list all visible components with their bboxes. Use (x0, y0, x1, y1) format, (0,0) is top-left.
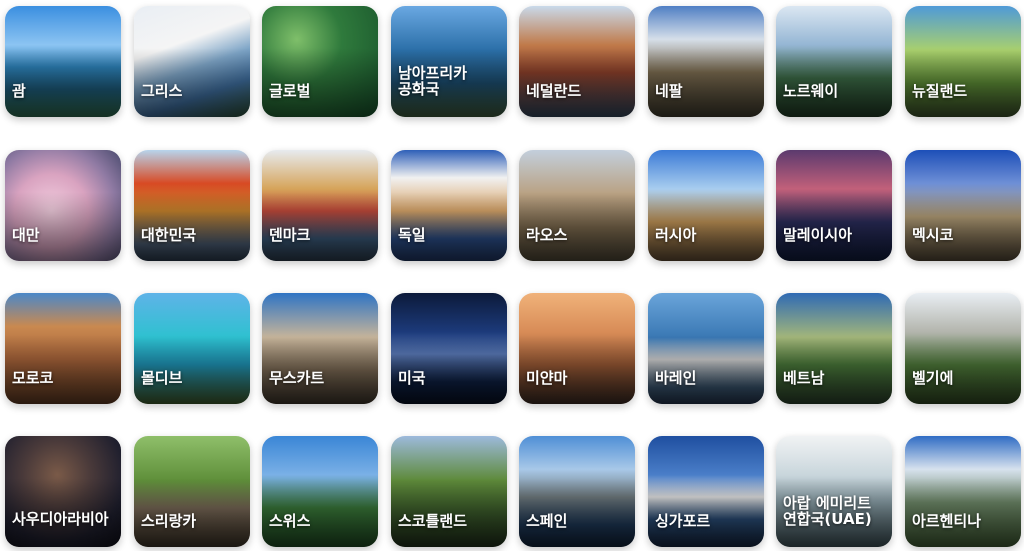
country-card-russia[interactable]: 러시아 (648, 150, 764, 261)
country-label: 싱가포르 (655, 512, 711, 530)
country-card-usa[interactable]: 미국 (391, 293, 507, 404)
country-card-singapore[interactable]: 싱가포르 (648, 436, 764, 547)
country-card-nepal[interactable]: 네팔 (648, 6, 764, 117)
country-card-malaysia[interactable]: 말레이시아 (776, 150, 892, 261)
country-label: 노르웨이 (783, 82, 839, 100)
country-card-norway[interactable]: 노르웨이 (776, 6, 892, 117)
country-card-netherlands[interactable]: 네덜란드 (519, 6, 635, 117)
country-card-sri-lanka[interactable]: 스리랑카 (134, 436, 250, 547)
country-card-new-zealand[interactable]: 뉴질랜드 (905, 6, 1021, 117)
country-label: 스리랑카 (141, 512, 197, 530)
country-label: 스위스 (269, 512, 311, 530)
country-card-taiwan[interactable]: 대만 (5, 150, 121, 261)
country-label: 사우디아라비아 (12, 510, 109, 528)
country-label: 아랍 에미리트 연합국(UAE) (783, 494, 872, 528)
country-card-uae[interactable]: 아랍 에미리트 연합국(UAE) (776, 436, 892, 547)
country-label: 글로벌 (269, 82, 311, 100)
country-card-maldives[interactable]: 몰디브 (134, 293, 250, 404)
country-label: 스코틀랜드 (398, 512, 468, 530)
country-label: 그리스 (141, 82, 183, 100)
country-card-south-africa[interactable]: 남아프리카 공화국 (391, 6, 507, 117)
country-label: 미얀마 (526, 369, 568, 387)
country-label: 러시아 (655, 226, 697, 244)
country-card-morocco[interactable]: 모로코 (5, 293, 121, 404)
country-label: 말레이시아 (783, 226, 853, 244)
country-label: 바레인 (655, 369, 697, 387)
country-label: 뉴질랜드 (912, 82, 968, 100)
country-label: 네덜란드 (526, 82, 582, 100)
country-card-laos[interactable]: 라오스 (519, 150, 635, 261)
country-label: 남아프리카 공화국 (398, 64, 468, 98)
country-card-spain[interactable]: 스페인 (519, 436, 635, 547)
country-label: 베트남 (783, 369, 825, 387)
country-label: 무스카트 (269, 369, 325, 387)
country-label: 몰디브 (141, 369, 183, 387)
country-label: 벨기에 (912, 369, 954, 387)
country-label: 미국 (398, 369, 426, 387)
country-label: 스페인 (526, 512, 568, 530)
country-label: 라오스 (526, 226, 568, 244)
country-card-guam[interactable]: 괌 (5, 6, 121, 117)
country-card-greece[interactable]: 그리스 (134, 6, 250, 117)
country-grid: 괌 그리스 글로벌 남아프리카 공화국 네덜란드 네팔 노르웨이 뉴질랜드 대만… (0, 0, 1024, 551)
country-label: 대만 (12, 226, 40, 244)
country-card-denmark[interactable]: 덴마크 (262, 150, 378, 261)
country-card-argentina[interactable]: 아르헨티나 (905, 436, 1021, 547)
country-card-global[interactable]: 글로벌 (262, 6, 378, 117)
country-label: 대한민국 (141, 226, 197, 244)
country-card-bahrain[interactable]: 바레인 (648, 293, 764, 404)
country-label: 모로코 (12, 369, 54, 387)
country-label: 아르헨티나 (912, 512, 982, 530)
country-card-korea[interactable]: 대한민국 (134, 150, 250, 261)
country-card-mexico[interactable]: 멕시코 (905, 150, 1021, 261)
country-label: 덴마크 (269, 226, 311, 244)
country-card-switzerland[interactable]: 스위스 (262, 436, 378, 547)
country-label: 독일 (398, 226, 426, 244)
country-card-muscat[interactable]: 무스카트 (262, 293, 378, 404)
country-card-belgium[interactable]: 벨기에 (905, 293, 1021, 404)
country-label: 네팔 (655, 82, 683, 100)
country-card-germany[interactable]: 독일 (391, 150, 507, 261)
country-card-myanmar[interactable]: 미얀마 (519, 293, 635, 404)
country-card-saudi-arabia[interactable]: 사우디아라비아 (5, 436, 121, 547)
country-card-scotland[interactable]: 스코틀랜드 (391, 436, 507, 547)
country-label: 괌 (12, 82, 26, 100)
country-label: 멕시코 (912, 226, 954, 244)
country-card-vietnam[interactable]: 베트남 (776, 293, 892, 404)
